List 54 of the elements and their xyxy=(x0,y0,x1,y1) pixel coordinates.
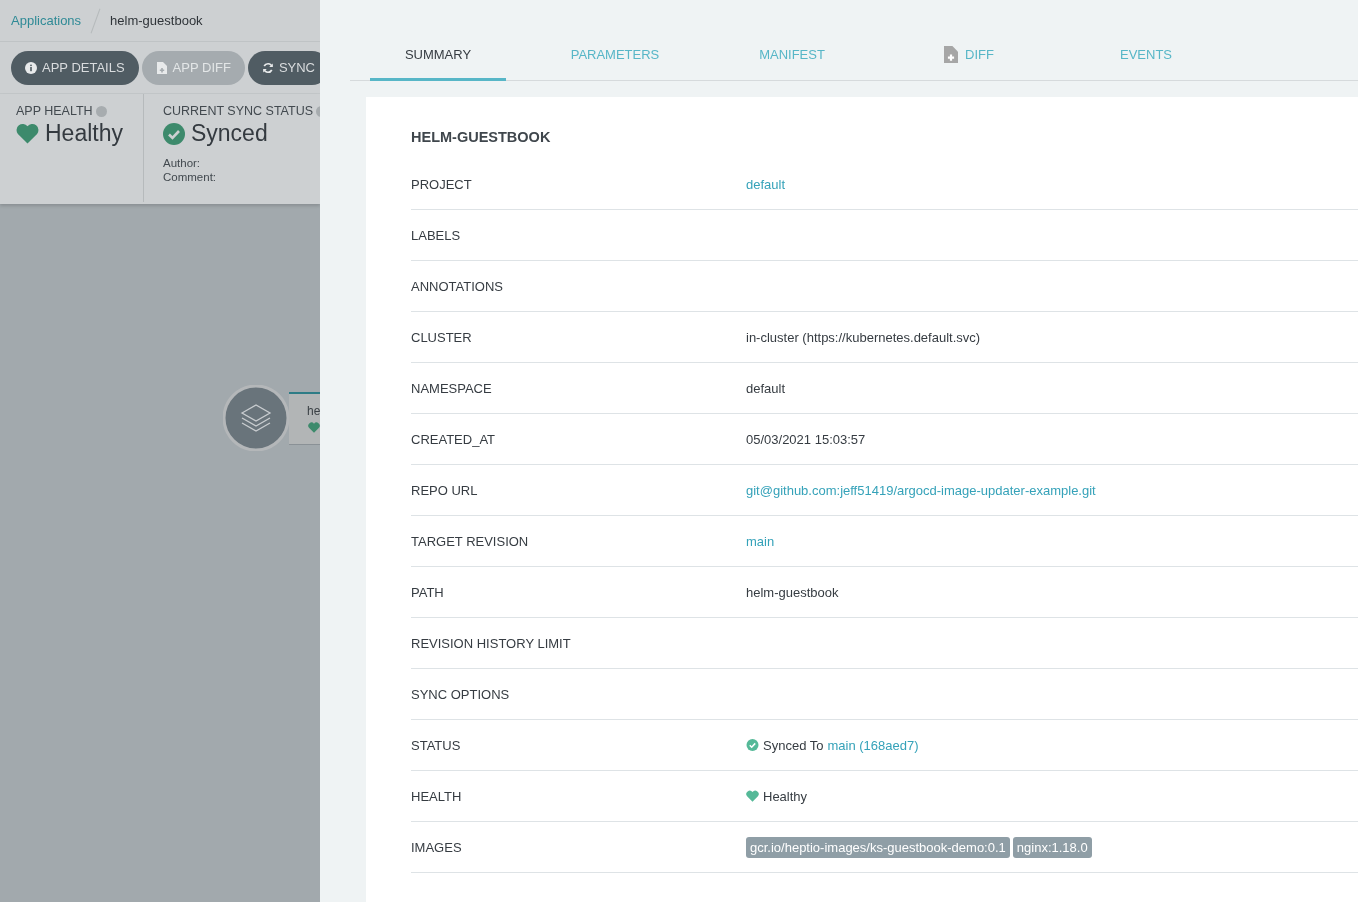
field-label: STATUS xyxy=(411,737,462,753)
tab[interactable]: PARAMETERS xyxy=(547,30,683,81)
file-plus-icon xyxy=(944,45,959,63)
check-circle-icon xyxy=(163,122,185,145)
action-button[interactable]: SYNC xyxy=(247,50,320,85)
field-value: helm-guestbook xyxy=(746,584,839,600)
health-title: APP HEALTH xyxy=(16,104,93,118)
field-label: NAMESPACE xyxy=(411,380,493,396)
author-label: Author: xyxy=(163,156,202,170)
field-label: CLUSTER xyxy=(411,329,473,345)
health-status: Healthy xyxy=(45,120,123,147)
tab[interactable]: DIFF xyxy=(901,30,1037,81)
field-label: TARGET REVISION xyxy=(411,533,530,549)
comment-label: Comment: xyxy=(163,170,218,184)
breadcrumb-link[interactable]: Applications xyxy=(11,13,82,28)
app-title: HELM-GUESTBOOK xyxy=(411,129,552,147)
field-value: in-cluster (https://kubernetes.default.svc) xyxy=(746,329,981,345)
field-link[interactable]: git@github.com:jeff51419/argocd-image-updater-example.git xyxy=(746,482,1096,498)
revision-link[interactable]: main (168aed7) xyxy=(827,737,919,753)
field-link[interactable]: main xyxy=(746,533,775,549)
tab[interactable]: EVENTS xyxy=(1078,30,1214,81)
field-label: PROJECT xyxy=(411,176,473,192)
check-circle-icon xyxy=(746,739,759,751)
field-label: PATH xyxy=(411,584,445,600)
image-tag: gcr.io/heptio-images/ks-guestbook-demo:0.1 xyxy=(746,836,1010,858)
field-label: SYNC OPTIONS xyxy=(411,686,511,702)
field-label: LABELS xyxy=(411,227,462,243)
field-label: ANNOTATIONS xyxy=(411,278,504,294)
heart-icon xyxy=(16,123,39,144)
field-label: HEALTH xyxy=(411,788,463,804)
action-button[interactable]: APP DETAILS xyxy=(11,50,139,85)
tab[interactable]: SUMMARY xyxy=(370,30,506,81)
sync-status: Synced xyxy=(191,120,268,147)
status-text: Synced To xyxy=(763,737,824,753)
field-label: REPO URL xyxy=(411,482,479,498)
sync-title: CURRENT SYNC STATUS xyxy=(163,104,313,118)
resource-node[interactable]: he xyxy=(289,392,320,445)
field-link[interactable]: default xyxy=(746,176,786,192)
tab[interactable]: MANIFEST xyxy=(724,30,860,81)
node-name: he xyxy=(307,404,320,418)
field-label: CREATED_AT xyxy=(411,431,497,447)
heart-icon xyxy=(308,422,320,433)
info-icon xyxy=(25,61,37,74)
field-label: IMAGES xyxy=(411,839,463,855)
sync-icon xyxy=(261,61,274,74)
health-text: Healthy xyxy=(763,788,808,804)
field-value: default xyxy=(746,380,786,396)
layers-icon[interactable] xyxy=(223,385,289,451)
breadcrumb-current: helm-guestbook xyxy=(110,13,203,28)
field-label: REVISION HISTORY LIMIT xyxy=(411,635,572,651)
field-value: 05/03/2021 15:03:57 xyxy=(746,431,866,447)
image-tag: nginx:1.18.0 xyxy=(1012,836,1092,858)
file-plus-icon xyxy=(155,61,168,74)
heart-icon xyxy=(746,790,759,802)
